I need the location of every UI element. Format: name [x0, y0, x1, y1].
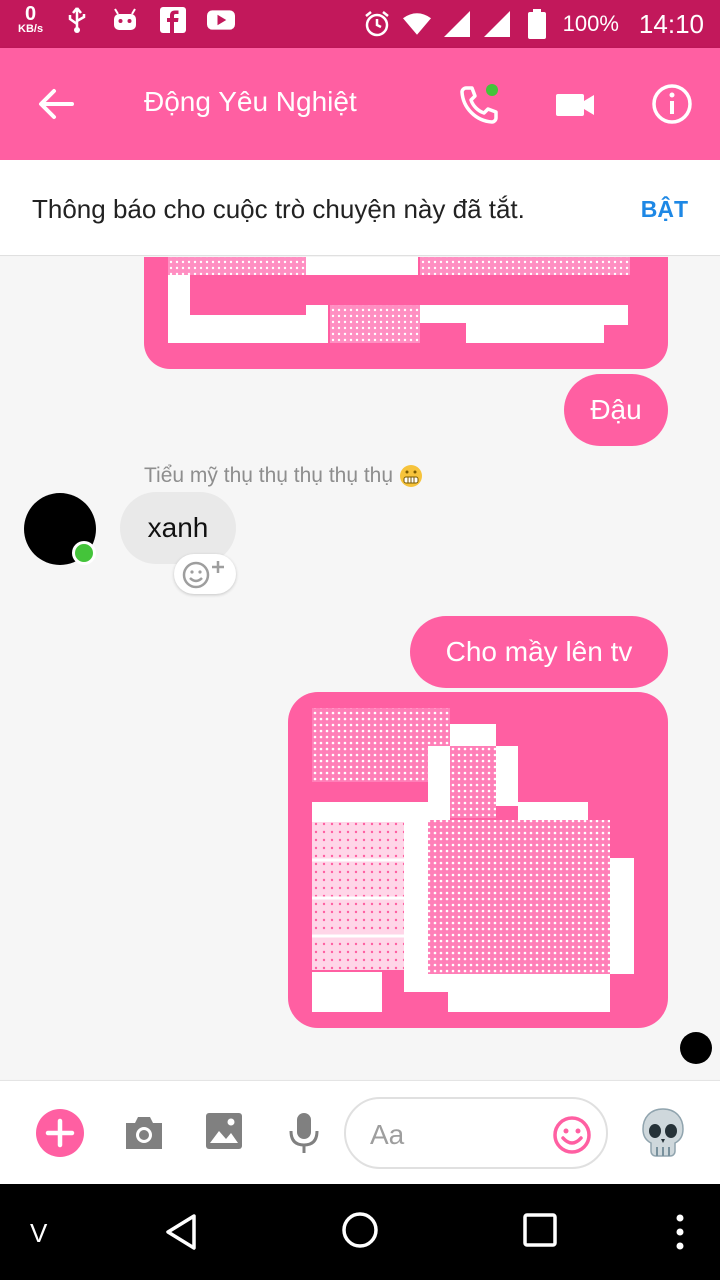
keyboard-toggle-label[interactable]: V: [30, 1218, 47, 1249]
seen-indicator: [680, 1032, 712, 1064]
signal-icon-2: [483, 10, 511, 38]
emoji-button[interactable]: [552, 1115, 592, 1155]
android-icon: [111, 6, 139, 34]
network-speed: 0 KB/s: [18, 4, 43, 35]
wifi-icon: [402, 10, 431, 38]
arrow-back-icon: [39, 89, 74, 119]
nav-back-button[interactable]: [160, 1210, 204, 1254]
banner-text: Thông báo cho cuộc trò chuyện này đã tắt…: [32, 194, 525, 224]
app-bar: Động Yêu Nghiệt: [0, 48, 720, 160]
alarm-icon: [363, 10, 391, 38]
microphone-icon: [289, 1113, 319, 1153]
gallery-button[interactable]: [204, 1111, 244, 1151]
network-speed-unit: KB/s: [18, 23, 44, 35]
camera-icon: [126, 1117, 162, 1149]
info-button[interactable]: [648, 80, 696, 128]
sender-name: Tiểu mỹ thụ thụ thụ thụ thụ: [144, 464, 423, 488]
voice-record-button[interactable]: [286, 1111, 322, 1155]
grimace-emoji-icon: [400, 465, 423, 487]
network-speed-value: 0: [24, 3, 37, 25]
nav-menu-button[interactable]: [670, 1212, 690, 1252]
add-reaction-button[interactable]: [174, 554, 236, 594]
sender-name-text: Tiểu mỹ thụ thụ thụ thụ thụ: [144, 464, 394, 487]
add-reaction-icon: [182, 561, 224, 589]
facebook-icon: [159, 6, 187, 34]
circle-home-icon: [342, 1212, 378, 1248]
plus-icon: [45, 1118, 75, 1148]
camera-button[interactable]: [122, 1111, 166, 1155]
skull-icon: [642, 1108, 684, 1157]
notification-banner: Thông báo cho cuộc trò chuyện này đã tắt…: [0, 160, 720, 256]
quick-reaction-button[interactable]: [640, 1107, 686, 1159]
phone-icon: [460, 84, 498, 124]
online-status-dot: [72, 541, 96, 565]
status-bar: 0 KB/s 100% 14:10: [0, 0, 720, 48]
message-input-placeholder: Aa: [370, 1119, 405, 1150]
usb-icon: [63, 6, 91, 34]
message-input[interactable]: Aa: [344, 1097, 608, 1169]
pixel-art-pattern: [168, 257, 630, 343]
pixel-art-thumbs-up-message[interactable]: [288, 692, 668, 1028]
thumbs-up-pixel-art: [312, 708, 634, 1012]
status-bar-left: 0 KB/s: [18, 4, 236, 35]
smiley-icon: [553, 1116, 591, 1154]
pixel-art-message-top[interactable]: [144, 257, 668, 369]
triangle-back-icon: [166, 1214, 196, 1250]
system-navigation-bar: V: [0, 1184, 720, 1280]
voice-call-button[interactable]: [456, 82, 502, 128]
nav-home-button[interactable]: [340, 1210, 380, 1250]
composer-bar: Aa: [0, 1080, 720, 1184]
clock: 14:10: [638, 8, 704, 39]
battery-icon: [523, 9, 551, 39]
outgoing-message-bubble[interactable]: Đậu: [564, 374, 668, 446]
conversation-title[interactable]: Động Yêu Nghiệt: [144, 86, 357, 118]
outgoing-message-bubble[interactable]: Cho mầy lên tv: [410, 616, 668, 688]
message-list[interactable]: Đậu Tiểu mỹ thụ thụ thụ thụ thụ xanh Cho…: [0, 257, 720, 1079]
video-camera-icon: [556, 94, 594, 116]
nav-recents-button[interactable]: [522, 1212, 558, 1248]
back-button[interactable]: [34, 82, 78, 126]
video-call-button[interactable]: [552, 82, 600, 128]
more-vert-icon: [676, 1214, 684, 1250]
more-actions-button[interactable]: [36, 1109, 84, 1157]
youtube-icon: [207, 6, 236, 34]
turn-on-notifications-button[interactable]: BẬT: [641, 196, 688, 223]
battery-percent: 100%: [562, 11, 619, 36]
image-icon: [206, 1113, 242, 1149]
info-icon: [652, 84, 692, 124]
status-bar-right: 100% 14:10: [363, 0, 704, 48]
signal-icon: [443, 10, 471, 38]
square-recents-icon: [523, 1213, 557, 1247]
